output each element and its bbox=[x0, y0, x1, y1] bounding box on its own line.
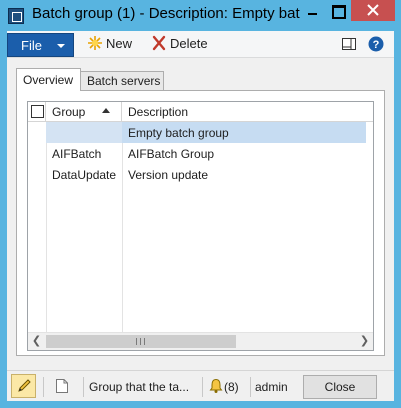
client-area: File New Delete ? Overview Batch servers… bbox=[7, 31, 394, 401]
edit-mode-button[interactable] bbox=[11, 374, 36, 398]
window-close-button[interactable] bbox=[351, 0, 395, 21]
grid-rows: Empty batch group AIFBatch AIFBatch Grou… bbox=[28, 122, 373, 185]
table-row[interactable]: Empty batch group bbox=[28, 122, 373, 143]
cell-group[interactable]: DataUpdate bbox=[46, 164, 122, 185]
bell-icon[interactable] bbox=[208, 378, 224, 394]
maximize-button[interactable] bbox=[325, 0, 349, 21]
tab-batch-servers[interactable]: Batch servers bbox=[80, 71, 164, 91]
action-pane: File New Delete ? bbox=[7, 31, 394, 58]
delete-button[interactable]: Delete bbox=[151, 35, 213, 53]
status-help-text: Group that the ta... bbox=[89, 380, 190, 394]
grid-header: Group Description bbox=[28, 102, 373, 122]
chevron-down-icon bbox=[57, 44, 65, 48]
horizontal-scrollbar[interactable]: ❮ ❯ bbox=[28, 332, 373, 350]
cell-description[interactable]: Version update bbox=[122, 164, 366, 185]
row-marker[interactable] bbox=[28, 122, 46, 143]
minimize-button[interactable] bbox=[300, 0, 324, 21]
sort-ascending-icon bbox=[102, 108, 110, 113]
select-all-cell bbox=[28, 102, 46, 122]
scrollbar-grip-icon bbox=[136, 338, 145, 345]
title-bar[interactable]: Batch group (1) - Description: Empty bat… bbox=[0, 0, 401, 31]
new-button-label: New bbox=[106, 36, 133, 51]
close-button[interactable]: Close bbox=[303, 375, 377, 399]
scroll-right-icon[interactable]: ❯ bbox=[356, 333, 373, 350]
column-header-description-label: Description bbox=[128, 105, 189, 119]
cell-group[interactable]: AIFBatch bbox=[46, 143, 122, 164]
app-icon[interactable] bbox=[8, 8, 24, 24]
current-user: admin bbox=[255, 380, 288, 394]
scrollbar-thumb[interactable] bbox=[46, 335, 236, 348]
batch-group-window: Batch group (1) - Description: Empty bat… bbox=[0, 0, 401, 408]
status-separator bbox=[202, 377, 203, 397]
table-row[interactable]: DataUpdate Version update bbox=[28, 164, 373, 185]
status-separator bbox=[250, 377, 251, 397]
pencil-icon bbox=[18, 379, 31, 392]
cell-group[interactable] bbox=[46, 122, 122, 143]
overview-panel: Group Description Empty batch group AIFB… bbox=[16, 90, 385, 356]
close-button-label: Close bbox=[324, 380, 356, 394]
tab-batch-servers-label: Batch servers bbox=[87, 74, 161, 88]
file-menu-label: File bbox=[21, 38, 42, 53]
row-marker[interactable] bbox=[28, 164, 46, 185]
svg-text:?: ? bbox=[373, 39, 380, 51]
new-button[interactable]: New bbox=[87, 35, 135, 53]
status-separator bbox=[43, 377, 44, 397]
cell-description[interactable]: AIFBatch Group bbox=[122, 143, 366, 164]
column-header-group[interactable]: Group bbox=[46, 102, 122, 122]
delete-button-label: Delete bbox=[170, 36, 208, 51]
help-icon[interactable]: ? bbox=[368, 36, 384, 52]
tab-overview-label: Overview bbox=[23, 73, 74, 87]
document-icon[interactable] bbox=[55, 378, 69, 394]
file-menu-button[interactable]: File bbox=[7, 33, 74, 57]
status-separator bbox=[83, 377, 84, 397]
batch-group-grid[interactable]: Group Description Empty batch group AIFB… bbox=[27, 101, 374, 351]
column-header-description[interactable]: Description bbox=[122, 102, 373, 122]
select-all-checkbox[interactable] bbox=[31, 105, 44, 118]
scroll-left-icon[interactable]: ❮ bbox=[28, 333, 45, 350]
new-star-icon bbox=[88, 36, 102, 50]
column-header-group-label: Group bbox=[52, 105, 86, 119]
notification-count[interactable]: (8) bbox=[224, 380, 239, 394]
cell-description[interactable]: Empty batch group bbox=[122, 122, 366, 143]
row-marker[interactable] bbox=[28, 143, 46, 164]
delete-x-icon bbox=[152, 35, 166, 51]
window-title: Batch group (1) - Description: Empty bat… bbox=[32, 5, 300, 22]
tab-overview[interactable]: Overview bbox=[16, 68, 81, 91]
factbox-pane-icon[interactable] bbox=[341, 36, 357, 52]
status-bar: Group that the ta... (8) admin Close bbox=[7, 370, 394, 401]
table-row[interactable]: AIFBatch AIFBatch Group bbox=[28, 143, 373, 164]
close-icon bbox=[367, 4, 379, 16]
